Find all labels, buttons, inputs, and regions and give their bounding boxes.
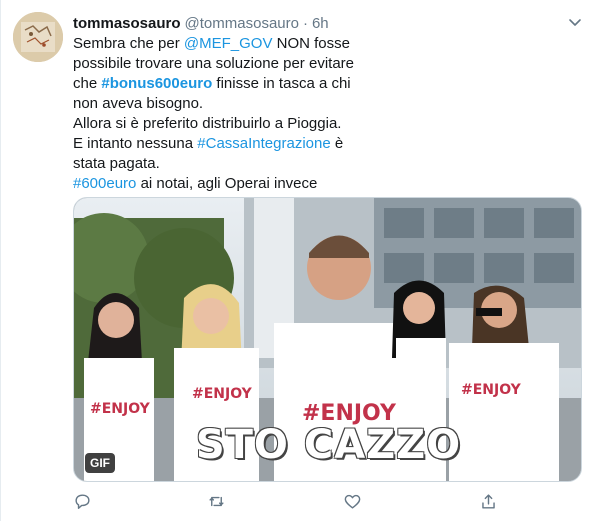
timestamp[interactable]: 6h <box>312 15 329 32</box>
hashtag-link[interactable]: #bonus600euro <box>101 75 212 92</box>
tweet-text-line: possibile trovare una soluzione per evit… <box>73 54 513 74</box>
reply-icon <box>75 494 90 509</box>
share-icon <box>482 494 495 509</box>
tweet-text: Sembra che per @MEF_GOV NON fosse possibi… <box>73 34 513 194</box>
gif-badge: GIF <box>85 453 115 473</box>
retweet-button[interactable] <box>207 492 227 512</box>
gif-caption: STO CAZZO <box>195 422 462 468</box>
like-button[interactable] <box>343 492 363 512</box>
tweet-actions <box>73 492 513 512</box>
more-options-button[interactable] <box>567 14 583 30</box>
tweet[interactable]: tommasosauro @tommasosauro · 6h Sembra c… <box>0 0 595 521</box>
tweet-text-line: Sembra che per @MEF_GOV NON fosse <box>73 34 513 54</box>
tweet-text-line: non aveva bisogno. <box>73 94 513 114</box>
share-button[interactable] <box>479 492 499 512</box>
shirt-logo: #ENJOY <box>90 401 151 417</box>
reply-button[interactable] <box>73 492 93 512</box>
gif-media[interactable]: #ENJOY #ENJOY #ENJOY #ENJOY STO CAZZO GI… <box>73 197 582 482</box>
tweet-text-line: Allora si è preferito distribuirlo a Pio… <box>73 114 513 134</box>
tweet-text-segment: ai notai, agli Operai invece <box>136 175 318 192</box>
tweet-text-segment: che <box>73 75 102 92</box>
tweet-text-segment: NON fosse <box>272 35 350 52</box>
shirt-logo: #ENJOY <box>192 386 253 402</box>
hashtag-link[interactable]: #600euro <box>73 175 136 192</box>
tweet-text-line: #600euro ai notai, agli Operai invece <box>73 174 513 194</box>
heart-icon <box>344 494 361 509</box>
mention-link[interactable]: @MEF_GOV <box>184 35 273 52</box>
tweet-text-segment: è <box>330 135 344 152</box>
tweet-text-segment: possibile trovare una soluzione per evit… <box>73 55 354 72</box>
user-handle[interactable]: @tommasosauro <box>185 15 299 32</box>
tweet-text-line: che #bonus600euro finisse in tasca a chi <box>73 74 513 94</box>
retweet-icon <box>209 496 224 507</box>
tweet-text-line: stata pagata. <box>73 154 513 174</box>
shirt-logo: #ENJOY <box>461 382 522 398</box>
tweet-text-segment: finisse in tasca a chi <box>212 75 351 92</box>
hashtag-link[interactable]: #CassaIntegrazione <box>197 135 330 152</box>
chevron-down-icon <box>569 19 581 26</box>
tweet-text-segment: E intanto nessuna <box>73 135 198 152</box>
tweet-text-segment: stata pagata. <box>73 155 160 172</box>
display-name[interactable]: tommasosauro <box>73 15 181 32</box>
tweet-header: tommasosauro @tommasosauro · 6h <box>73 12 329 34</box>
avatar-image <box>13 12 63 62</box>
tweet-text-segment: Allora si è preferito distribuirlo a Pio… <box>73 115 342 132</box>
tweet-text-line: E intanto nessuna #CassaIntegrazione è <box>73 134 513 154</box>
separator-dot: · <box>302 14 308 32</box>
avatar[interactable] <box>13 12 63 62</box>
tweet-text-segment: non aveva bisogno. <box>73 95 204 112</box>
tweet-text-segment: Sembra che per <box>73 35 184 52</box>
